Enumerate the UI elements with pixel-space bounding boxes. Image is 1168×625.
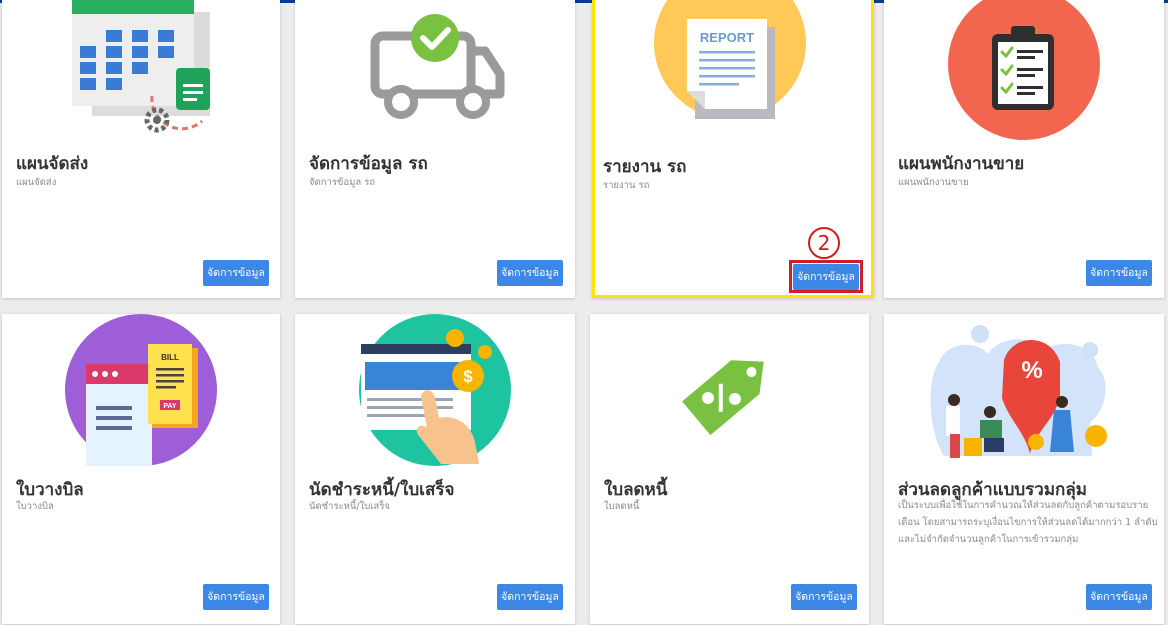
pay-label: PAY: [163, 403, 177, 410]
card-subtitle: ใบลดหนี้: [604, 501, 640, 512]
card-subtitle: แผนจัดส่ง: [16, 177, 57, 188]
card-title: จัดการข้อมูล รถ: [309, 154, 428, 174]
dollar-sign: $: [463, 367, 473, 386]
card-sales-plan: แผนพนักงานขาย แผนพนักงานขาย จัดการข้อมูล: [884, 0, 1164, 298]
calendar-gear-icon: [72, 0, 210, 133]
card-subtitle: รายงาน รถ: [603, 180, 650, 191]
discount-tag-icon: [682, 360, 764, 436]
clipboard-checklist-icon: [948, 0, 1100, 140]
report-document-icon: REPORT: [654, 0, 806, 119]
card-payment-appointment: $ นัดชำระหนี้/ใบเสร็จ นัดชำระหนี้/ใบเสร็…: [295, 314, 575, 624]
card-subtitle: แผนพนักงานขาย: [898, 177, 969, 188]
card-subtitle-line: เป็นระบบเพื่อใช้ในการคำนวณให้ส่วนลดกับลู…: [898, 500, 1149, 511]
step-marker: 2: [808, 227, 840, 259]
card-subtitle: ใบวางบิล: [16, 501, 54, 512]
card-title: แผนพนักงานขาย: [898, 154, 1025, 174]
percent-sign: %: [1021, 357, 1042, 384]
card-credit-note: ใบลดหนี้ ใบลดหนี้ จัดการข้อมูล: [590, 314, 869, 624]
card-subtitle: นัดชำระหนี้/ใบเสร็จ: [309, 501, 390, 512]
card-vehicle-data: จัดการข้อมูล รถ จัดการข้อมูล รถ จัดการข้…: [295, 0, 575, 298]
online-payment-icon: $: [359, 314, 511, 466]
manage-data-button[interactable]: จัดการข้อมูล: [497, 260, 563, 286]
bill-label: BILL: [161, 353, 179, 362]
card-title: แผนจัดส่ง: [16, 154, 89, 174]
card-subtitle-line: เดือน โดยสามารถระบุเงื่อนไขการให้ส่วนลดไ…: [898, 517, 1158, 528]
manage-data-button[interactable]: จัดการข้อมูล: [203, 584, 269, 610]
card-title: รายงาน รถ: [603, 157, 687, 177]
card-billing-note: BILL PAY ใบวางบิล ใบวางบิล จัดการข้อมูล: [2, 314, 280, 624]
card-subtitle: จัดการข้อมูล รถ: [309, 177, 376, 188]
manage-data-button[interactable]: จัดการข้อมูล: [791, 584, 857, 610]
manage-data-button[interactable]: จัดการข้อมูล: [203, 260, 269, 286]
card-group-discount: % ส่วนลดลูกค้าแบบรวมกลุ่ม เป็นระบบเพื่อใ…: [884, 314, 1164, 624]
manage-data-button[interactable]: จัดการข้อมูล: [793, 264, 859, 290]
manage-data-button[interactable]: จัดการข้อมูล: [1086, 260, 1152, 286]
manage-data-button[interactable]: จัดการข้อมูล: [497, 584, 563, 610]
card-subtitle-line: และไม่จำกัดจำนวนลูกค้าในการเข้ารวมกลุ่ม: [898, 534, 1079, 545]
truck-check-icon: [370, 14, 505, 119]
group-discount-icon: %: [930, 325, 1107, 458]
card-delivery-plan: แผนจัดส่ง แผนจัดส่ง จัดการข้อมูล: [2, 0, 280, 298]
manage-data-button[interactable]: จัดการข้อมูล: [1086, 584, 1152, 610]
card-vehicle-report: REPORT รายงาน รถ รายงาน รถ 2 จัดการข้อมู…: [592, 0, 874, 298]
report-label: REPORT: [700, 30, 754, 45]
bill-invoice-icon: BILL PAY: [65, 314, 217, 466]
